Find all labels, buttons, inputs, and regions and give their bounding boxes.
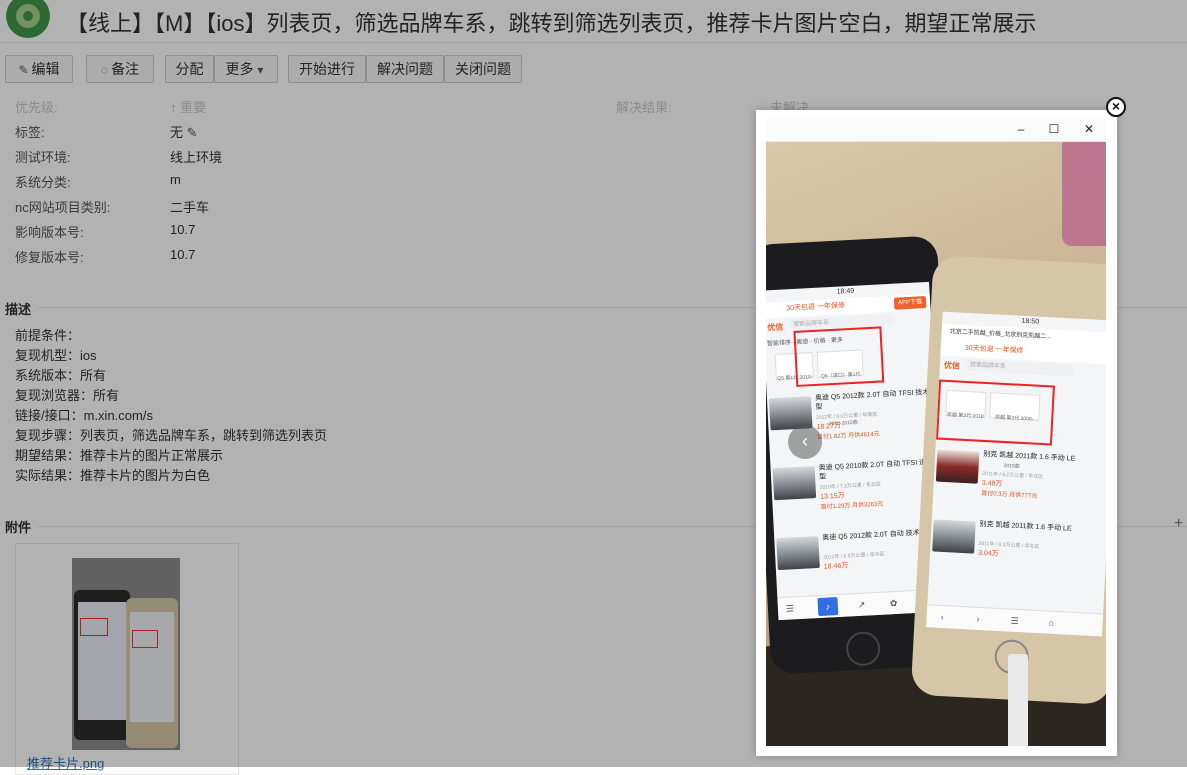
forward-icon: › [976,613,980,624]
home-icon: ⌂ [1048,617,1055,628]
browser-toolbar: ‹ › ☰ ⌂ [926,604,1104,637]
microphone-icon: ♪ [817,597,839,617]
lightning-cable [1008,654,1028,746]
phone-case [1062,142,1106,246]
brand-logo: 优信 [943,360,961,371]
phone-right: 18:50 北京二手凯越_价格_北京别克凯越二... 30天包退 一年保修 优信… [910,255,1106,705]
window-close-button[interactable]: ✕ [1074,119,1104,139]
menu-icon: ☰ [785,603,795,614]
close-viewer-button[interactable]: × [1106,97,1126,117]
brand-logo: 优信 [766,322,784,333]
viewer-window-bar: – ☐ ✕ [766,119,1106,142]
share-icon: ↗ [857,599,866,610]
highlight-box [793,326,885,387]
listing-row: 别克 凯越 2011款 1.6 手动 LE 2011年 / 8.3万公里 / 华… [929,515,1106,590]
phone-right-screen: 18:50 北京二手凯越_价格_北京别克凯越二... 30天包退 一年保修 优信… [926,311,1106,637]
previous-image-button[interactable]: ‹ [788,425,822,459]
home-button [845,630,882,667]
app-download-button: APP下载 [893,296,927,310]
highlight-box [936,379,1055,446]
minimize-button[interactable]: – [1006,119,1036,139]
paw-icon: ✿ [889,597,898,609]
listing-row: 奥迪 Q5 2010款 2.0T 自动 TFSI 进取型 2010年 / 7.3… [770,456,941,531]
back-icon: ‹ [940,611,944,623]
menu-icon: ☰ [1010,615,1019,627]
maximize-button[interactable]: ☐ [1039,119,1069,139]
listing-row: 别克 凯越 2011款 1.6 手动 LE 2011年 / 9.2万公里 / 华… [932,445,1106,520]
